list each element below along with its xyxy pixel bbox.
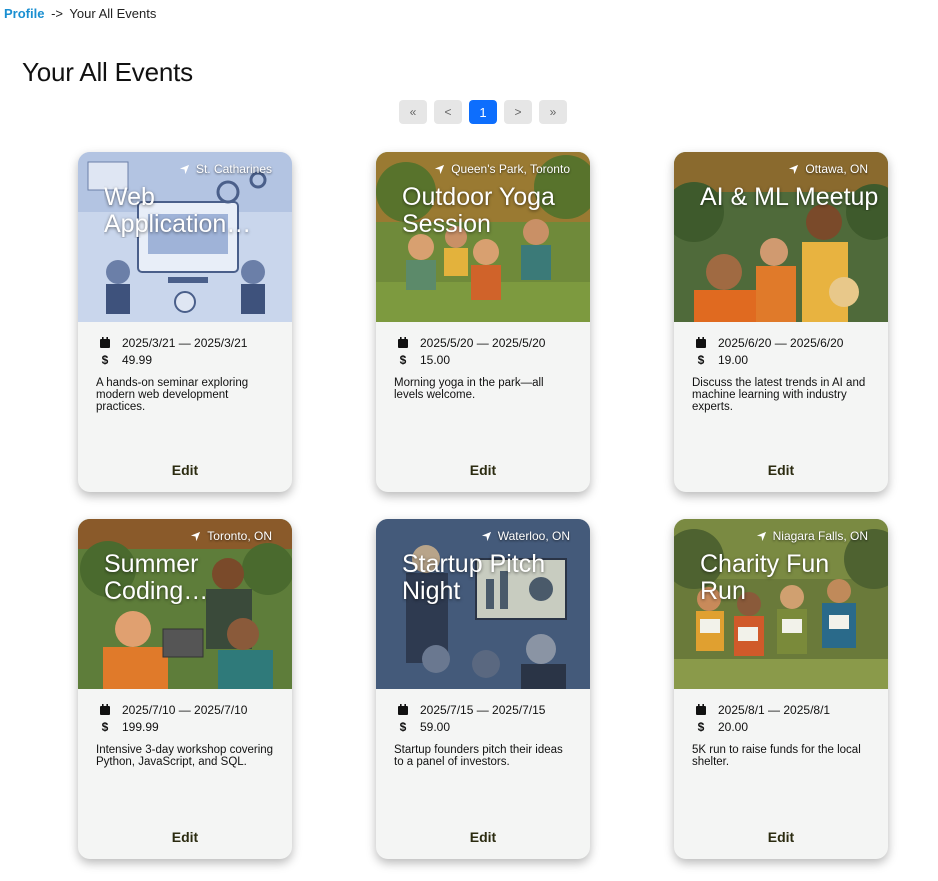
breadcrumb-current: Your All Events xyxy=(69,6,157,21)
edit-button[interactable]: Edit xyxy=(376,462,590,478)
event-dates: 2025/6/20 — 2025/6/20 xyxy=(692,334,870,351)
event-card[interactable]: Niagara Falls, ON Charity Fun Run 2025/8… xyxy=(674,519,888,859)
edit-button[interactable]: Edit xyxy=(78,829,292,845)
event-price: $ 199.99 xyxy=(96,718,274,735)
breadcrumb-separator: -> xyxy=(51,6,64,21)
event-dates: 2025/7/10 — 2025/7/10 xyxy=(96,701,274,718)
event-location: Niagara Falls, ON xyxy=(756,529,868,543)
event-dates: 2025/3/21 — 2025/3/21 xyxy=(96,334,274,351)
event-title: Outdoor Yoga Session xyxy=(402,184,555,238)
event-price-value: 49.99 xyxy=(122,352,153,367)
previous-page-button[interactable]: < xyxy=(434,100,462,124)
event-date-range: 2025/6/20 — 2025/6/20 xyxy=(718,335,844,350)
event-image: St. Catharines Web Application… xyxy=(78,152,292,322)
event-date-range: 2025/7/15 — 2025/7/15 xyxy=(420,702,546,717)
event-price-value: 59.00 xyxy=(420,719,451,734)
calendar-icon xyxy=(696,704,706,715)
event-dates: 2025/7/15 — 2025/7/15 xyxy=(394,701,572,718)
dollar-icon: $ xyxy=(399,719,407,734)
edit-button[interactable]: Edit xyxy=(674,829,888,845)
event-price-value: 20.00 xyxy=(718,719,749,734)
first-page-button[interactable]: « xyxy=(399,100,427,124)
dollar-icon: $ xyxy=(697,719,705,734)
event-date-range: 2025/7/10 — 2025/7/10 xyxy=(122,702,248,717)
event-title: Summer Coding… xyxy=(104,551,209,605)
event-card[interactable]: Toronto, ON Summer Coding… 2025/7/10 — 2… xyxy=(78,519,292,859)
location-arrow-icon xyxy=(756,531,766,541)
event-card[interactable]: Waterloo, ON Startup Pitch Night 2025/7/… xyxy=(376,519,590,859)
event-card[interactable]: Ottawa, ON AI & ML Meetup 2025/6/20 — 20… xyxy=(674,152,888,492)
event-price: $ 49.99 xyxy=(96,351,274,368)
event-image: Queen's Park, Toronto Outdoor Yoga Sessi… xyxy=(376,152,590,322)
event-location: Ottawa, ON xyxy=(788,162,868,176)
event-price-value: 199.99 xyxy=(122,719,159,734)
current-page-button[interactable]: 1 xyxy=(469,100,497,124)
event-image: Ottawa, ON AI & ML Meetup xyxy=(674,152,888,322)
page-title: Your All Events xyxy=(22,57,193,87)
event-title: Charity Fun Run xyxy=(700,551,830,605)
event-description: Morning yoga in the park—all levels welc… xyxy=(394,377,544,401)
event-card[interactable]: Queen's Park, Toronto Outdoor Yoga Sessi… xyxy=(376,152,590,492)
edit-button[interactable]: Edit xyxy=(376,829,590,845)
event-image: Niagara Falls, ON Charity Fun Run xyxy=(674,519,888,689)
event-description: A hands-on seminar exploring modern web … xyxy=(96,377,249,413)
location-arrow-icon xyxy=(789,164,799,174)
event-location: St. Catharines xyxy=(179,162,272,176)
location-arrow-icon xyxy=(435,164,445,174)
event-description: Discuss the latest trends in AI and mach… xyxy=(692,377,866,413)
event-image: Toronto, ON Summer Coding… xyxy=(78,519,292,689)
calendar-icon xyxy=(398,337,408,348)
event-date-range: 2025/5/20 — 2025/5/20 xyxy=(420,335,546,350)
event-date-range: 2025/8/1 — 2025/8/1 xyxy=(718,702,831,717)
event-location-text: Ottawa, ON xyxy=(805,162,868,176)
event-price: $ 19.00 xyxy=(692,351,870,368)
event-image: Waterloo, ON Startup Pitch Night xyxy=(376,519,590,689)
event-description: Startup founders pitch their ideas to a … xyxy=(394,744,563,768)
calendar-icon xyxy=(696,337,706,348)
event-location-text: St. Catharines xyxy=(195,162,272,176)
event-location: Toronto, ON xyxy=(190,529,272,543)
breadcrumb-profile-link[interactable]: Profile xyxy=(4,6,44,21)
event-price: $ 15.00 xyxy=(394,351,572,368)
event-location: Queen's Park, Toronto xyxy=(434,162,570,176)
event-price: $ 59.00 xyxy=(394,718,572,735)
event-title: AI & ML Meetup xyxy=(700,184,879,211)
dollar-icon: $ xyxy=(399,352,407,367)
next-page-button[interactable]: > xyxy=(504,100,532,124)
edit-button[interactable]: Edit xyxy=(78,462,292,478)
event-dates: 2025/5/20 — 2025/5/20 xyxy=(394,334,572,351)
location-arrow-icon xyxy=(179,164,190,174)
pagination: « < 1 > » xyxy=(399,100,567,124)
calendar-icon xyxy=(100,704,110,715)
event-date-range: 2025/3/21 — 2025/3/21 xyxy=(122,335,248,350)
event-description: Intensive 3-day workshop covering Python… xyxy=(96,744,274,768)
event-location-text: Toronto, ON xyxy=(207,529,272,543)
event-description: 5K run to raise funds for the local shel… xyxy=(692,744,861,768)
event-location-text: Niagara Falls, ON xyxy=(772,529,868,543)
event-title: Startup Pitch Night xyxy=(402,551,546,605)
event-location: Waterloo, ON xyxy=(481,529,570,543)
dollar-icon: $ xyxy=(101,719,109,734)
event-price: $ 20.00 xyxy=(692,718,870,735)
edit-button[interactable]: Edit xyxy=(674,462,888,478)
event-location-text: Queen's Park, Toronto xyxy=(451,162,570,176)
calendar-icon xyxy=(398,704,408,715)
event-price-value: 19.00 xyxy=(718,352,749,367)
event-card[interactable]: St. Catharines Web Application… 2025/3/2… xyxy=(78,152,292,492)
event-location-text: Waterloo, ON xyxy=(497,529,570,543)
dollar-icon: $ xyxy=(101,352,109,367)
location-arrow-icon xyxy=(481,531,491,541)
event-title: Web Application… xyxy=(104,184,252,238)
calendar-icon xyxy=(100,337,110,348)
breadcrumb: Profile -> Your All Events xyxy=(4,6,156,21)
location-arrow-icon xyxy=(191,531,201,541)
dollar-icon: $ xyxy=(697,352,705,367)
event-dates: 2025/8/1 — 2025/8/1 xyxy=(692,701,870,718)
event-price-value: 15.00 xyxy=(420,352,451,367)
last-page-button[interactable]: » xyxy=(539,100,567,124)
